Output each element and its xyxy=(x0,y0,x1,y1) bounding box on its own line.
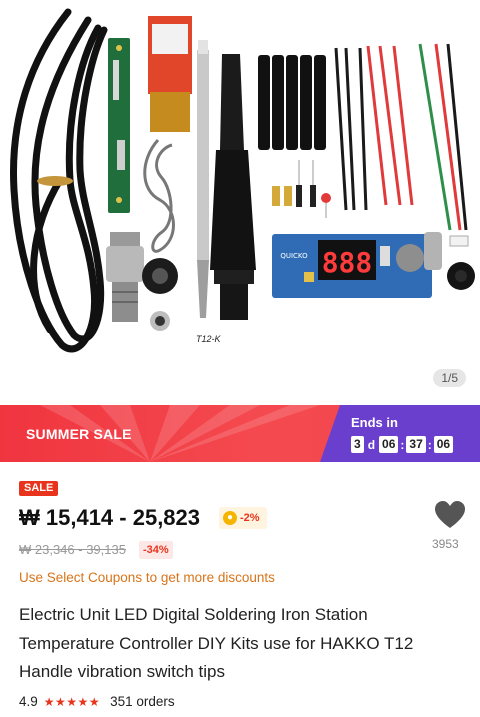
heat-shrink-tubes xyxy=(258,55,326,150)
rating-value: 4.9 xyxy=(19,694,38,709)
original-price: ₩ 23,346 - 39,135 xyxy=(19,542,126,557)
controller-board: 888 QUICKO xyxy=(272,232,469,298)
product-photo: 888 QUICKO xyxy=(10,8,475,353)
coin-discount-value: -2% xyxy=(240,512,260,524)
banner-countdown-area xyxy=(320,405,480,462)
discount-badge: -34% xyxy=(139,541,173,559)
price-range: ₩ 15,414 - 25,823 xyxy=(19,505,201,530)
countdown-minutes: 37 xyxy=(406,436,426,453)
heart-icon xyxy=(435,501,465,528)
star-icon: ★★★★★ xyxy=(43,694,101,709)
led-display-digits: 888 xyxy=(322,246,373,279)
sale-event-name: SUMMER SALE xyxy=(26,426,132,442)
switch-board xyxy=(108,38,130,213)
product-title: Electric Unit LED Digital Soldering Iron… xyxy=(19,605,414,681)
cable-tie xyxy=(37,176,73,186)
sale-tag: SALE xyxy=(19,481,59,496)
aviator-connector xyxy=(106,232,144,322)
wishlist-button[interactable] xyxy=(433,500,467,530)
countdown-hours: 06 xyxy=(379,436,399,453)
image-page-counter: 1/5 xyxy=(433,369,466,387)
rating-row[interactable]: 4.9 ★★★★★ 351 orders xyxy=(19,694,175,709)
wishlist-count: 3953 xyxy=(432,537,459,551)
tip-model-label: T12-K xyxy=(196,334,221,344)
spring xyxy=(143,138,175,253)
countdown-timer: 3 d 06 : 37 : 06 xyxy=(351,436,454,453)
ends-in-label: Ends in xyxy=(351,415,398,430)
countdown-colon: : xyxy=(400,437,405,452)
wires xyxy=(334,43,468,231)
coupon-link[interactable]: Use Select Coupons to get more discounts xyxy=(19,570,275,585)
orders-count: 351 orders xyxy=(110,694,175,709)
countdown-colon: : xyxy=(427,437,432,452)
product-image-gallery[interactable]: 888 QUICKO T12-K 1/5 xyxy=(0,0,480,405)
countdown-days: 3 xyxy=(351,436,364,453)
coin-icon: ● xyxy=(223,511,237,525)
countdown-days-unit: d xyxy=(367,437,376,452)
board-brand: QUICKO xyxy=(280,252,308,260)
coin-discount-badge[interactable]: ● -2% xyxy=(219,507,267,529)
countdown-seconds: 06 xyxy=(433,436,454,453)
small-components xyxy=(272,160,331,218)
soldering-tip xyxy=(197,40,209,318)
sale-banner[interactable]: SUMMER SALE Ends in 3 d 06 : 37 : 06 xyxy=(0,405,480,462)
soldering-handle xyxy=(210,54,256,320)
orange-package xyxy=(148,16,192,132)
